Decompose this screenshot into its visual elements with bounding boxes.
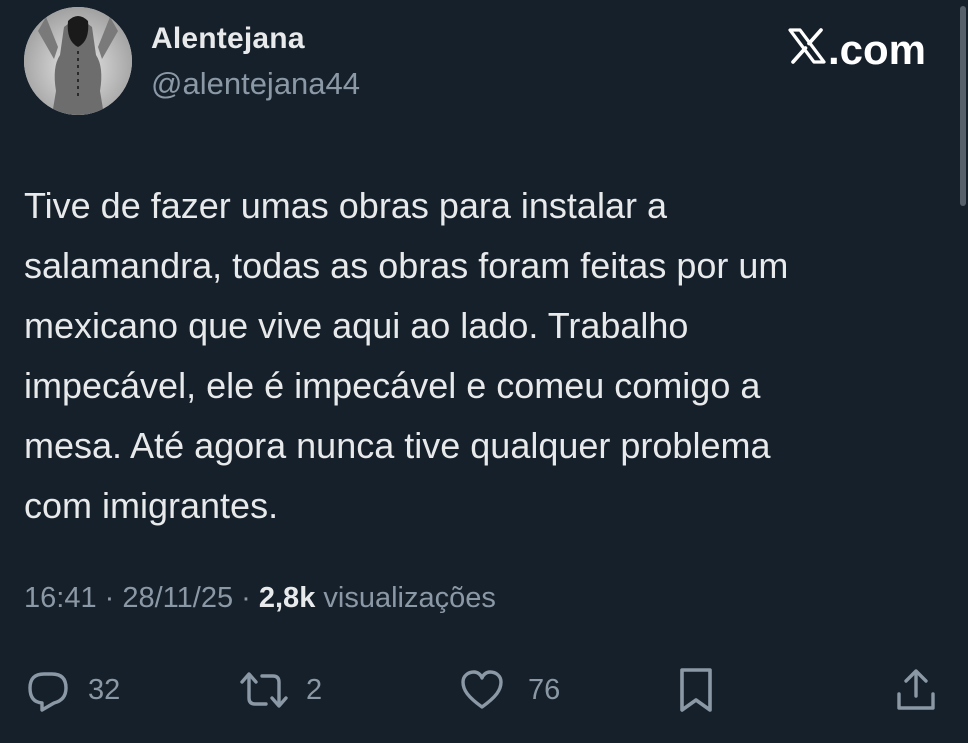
views-label: visualizações <box>315 582 496 614</box>
tweet-line: Tive de fazer umas obras para instalar a <box>24 185 667 226</box>
bookmark-button[interactable] <box>676 662 716 718</box>
views-count[interactable]: 2,8k <box>259 582 315 614</box>
share-button[interactable] <box>892 662 940 718</box>
tweet-line: com imigrantes. <box>24 485 279 526</box>
repost-icon <box>236 666 292 714</box>
meta-separator: · <box>96 582 123 614</box>
tweet-line: salamandra, todas as obras foram feitas … <box>24 245 789 286</box>
scrollbar-thumb[interactable] <box>960 6 966 206</box>
tweet-line: mesa. Até agora nunca tive qualquer prob… <box>24 425 771 466</box>
brand-watermark: .com <box>788 26 926 74</box>
tweet-text: Tive de fazer umas obras para instalar a… <box>24 176 924 536</box>
action-bar: 32 2 76 <box>0 662 968 718</box>
x-logo-icon <box>788 26 826 74</box>
heart-icon <box>458 666 506 714</box>
tweet-date[interactable]: 28/11/25 <box>122 582 233 614</box>
reply-button[interactable]: 32 <box>24 662 120 718</box>
like-button[interactable]: 76 <box>458 662 560 718</box>
share-icon <box>892 666 940 714</box>
reply-count: 32 <box>88 673 121 706</box>
tweet-time[interactable]: 16:41 <box>24 582 97 614</box>
brand-label: .com <box>827 26 926 73</box>
author-handle[interactable]: @alentejana44 <box>151 66 360 102</box>
bookmark-icon <box>676 666 716 714</box>
avatar[interactable] <box>24 7 132 115</box>
author-display-name[interactable]: Alentejana <box>151 22 305 56</box>
like-count: 76 <box>528 673 561 706</box>
meta-separator: · <box>233 582 259 614</box>
tweet-line: impecável, ele é impecável e comeu comig… <box>24 365 761 406</box>
repost-count: 2 <box>306 673 323 706</box>
tweet-line: mexicano que vive aqui ao lado. Trabalho <box>24 305 689 346</box>
reply-icon <box>24 666 72 714</box>
tweet-meta: 16:41 · 28/11/25 · 2,8k visualizações <box>24 582 496 615</box>
repost-button[interactable]: 2 <box>236 662 322 718</box>
